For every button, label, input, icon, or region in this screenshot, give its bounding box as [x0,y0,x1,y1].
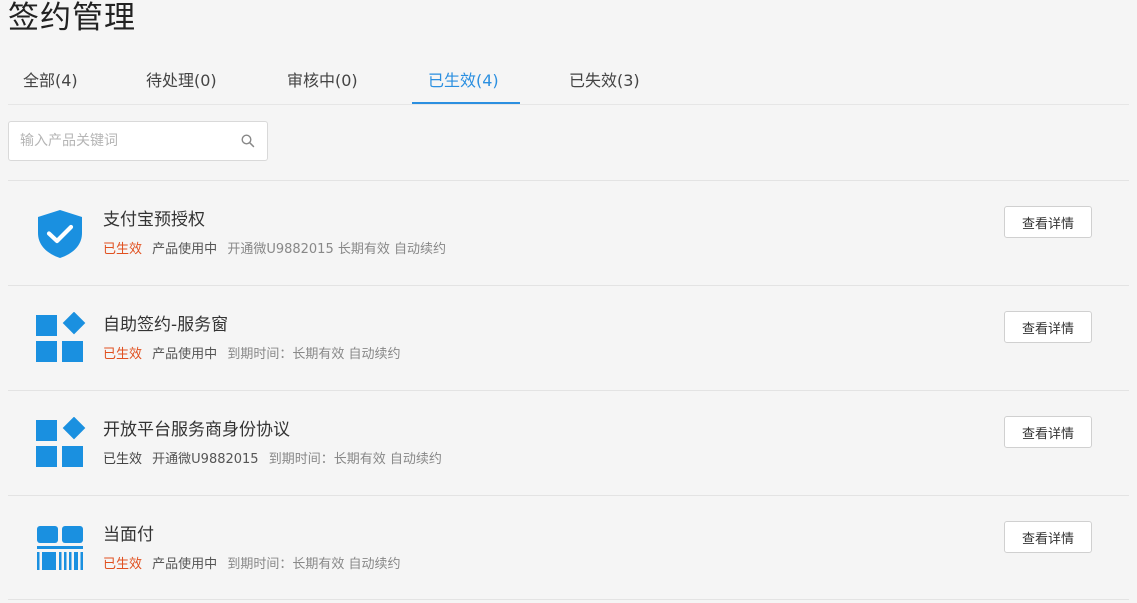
contract-management-page: 签约管理 全部(4) 待处理(0) 审核中(0) 已生效(4) 已失效(3) 支… [0,0,1137,603]
item-meta: 已生效 产品使用中 到期时间：长期有效 自动续约 [103,553,406,572]
item-meta: 已生效 产品使用中 开通微U9882015 长期有效 自动续约 [103,238,452,257]
view-details-button[interactable]: 查看详情 [1004,521,1092,553]
status-badge: 已生效 [103,452,143,467]
search-icon[interactable] [240,133,256,149]
status-badge: 已生效 [103,242,143,257]
shield-check-icon [38,210,82,258]
tab-pending[interactable]: 待处理(0) [146,58,217,104]
list-item: 支付宝预授权 已生效 产品使用中 开通微U9882015 长期有效 自动续约 查… [8,180,1129,285]
item-expiry: 到期时间：长期有效 自动续约 [227,347,401,362]
view-details-button[interactable]: 查看详情 [1004,311,1092,343]
item-account: 开通微U9882015 [152,452,259,467]
list-item: 开放平台服务商身份协议 已生效 开通微U9882015 到期时间：长期有效 自动… [8,390,1129,495]
item-title: 当面付 [103,525,154,545]
status-badge: 已生效 [103,347,143,362]
tab-all[interactable]: 全部(4) [23,58,78,104]
status-badge: 已生效 [103,557,143,572]
tab-active[interactable]: 已生效(4) [428,58,499,104]
barcode-payment-icon [37,526,83,570]
item-expiry: 开通微U9882015 长期有效 自动续约 [227,242,446,257]
item-expiry: 到期时间：长期有效 自动续约 [227,557,401,572]
item-meta: 已生效 产品使用中 到期时间：长期有效 自动续约 [103,343,406,362]
app-grid-icon [36,312,86,362]
page-title: 签约管理 [8,0,136,36]
view-details-button[interactable]: 查看详情 [1004,206,1092,238]
item-usage: 产品使用中 [152,242,218,257]
status-tabs: 全部(4) 待处理(0) 审核中(0) 已生效(4) 已失效(3) [8,58,1129,105]
item-title: 开放平台服务商身份协议 [103,420,290,440]
item-title: 支付宝预授权 [103,210,205,230]
list-item: 当面付 已生效 产品使用中 到期时间：长期有效 自动续约 查看详情 [8,495,1129,600]
view-details-button[interactable]: 查看详情 [1004,416,1092,448]
search-box [8,121,268,161]
active-tab-indicator [412,102,520,104]
item-usage: 产品使用中 [152,557,218,572]
list-item: 自助签约-服务窗 已生效 产品使用中 到期时间：长期有效 自动续约 查看详情 [8,285,1129,390]
item-title: 自助签约-服务窗 [103,315,229,335]
item-meta: 已生效 开通微U9882015 到期时间：长期有效 自动续约 [103,448,448,467]
tab-expired[interactable]: 已失效(3) [569,58,640,104]
app-grid-icon [36,417,86,467]
search-input[interactable] [9,122,267,160]
item-expiry: 到期时间：长期有效 自动续约 [268,452,442,467]
tab-reviewing[interactable]: 审核中(0) [287,58,358,104]
item-usage: 产品使用中 [152,347,218,362]
contract-list: 支付宝预授权 已生效 产品使用中 开通微U9882015 长期有效 自动续约 查… [8,180,1129,600]
